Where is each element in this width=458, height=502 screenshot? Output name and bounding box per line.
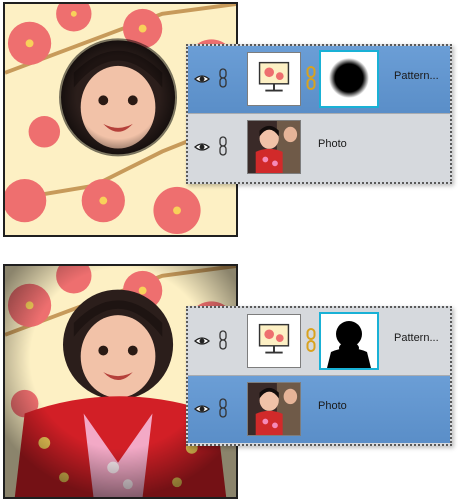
layer-name: Pattern...: [394, 332, 439, 344]
pattern-thumb-icon: [247, 52, 301, 106]
layers-panel: Pattern... Photo: [186, 44, 452, 184]
layer-row-pattern[interactable]: Pattern...: [188, 46, 450, 113]
photo-thumb: [247, 120, 301, 174]
chain-icon[interactable]: [218, 398, 228, 418]
eye-icon[interactable]: [194, 139, 210, 155]
layer-row-photo[interactable]: Photo: [188, 114, 450, 181]
pattern-thumb-icon: [247, 314, 301, 368]
eye-icon[interactable]: [194, 401, 210, 417]
chain-icon[interactable]: [218, 136, 228, 156]
eye-icon[interactable]: [194, 71, 210, 87]
mask-link-icon[interactable]: [306, 66, 316, 90]
layer-mask-thumbnail[interactable]: [319, 312, 379, 370]
layer-mask-thumbnail[interactable]: [319, 50, 379, 108]
layer-row-photo[interactable]: Photo: [188, 376, 450, 443]
layer-name: Pattern...: [394, 70, 439, 82]
mask-link-icon[interactable]: [306, 328, 316, 352]
chain-icon[interactable]: [218, 68, 228, 88]
layer-name: Photo: [318, 400, 347, 412]
example-silhouette-mask: Pattern... Photo: [0, 262, 458, 502]
layer-name: Photo: [318, 138, 347, 150]
layer-row-pattern[interactable]: Pattern...: [188, 308, 450, 375]
photo-thumb: [247, 382, 301, 436]
eye-icon[interactable]: [194, 333, 210, 349]
chain-icon[interactable]: [218, 330, 228, 350]
layers-panel: Pattern... Photo: [186, 306, 452, 446]
example-circular-mask: Pattern... Photo: [0, 0, 458, 240]
